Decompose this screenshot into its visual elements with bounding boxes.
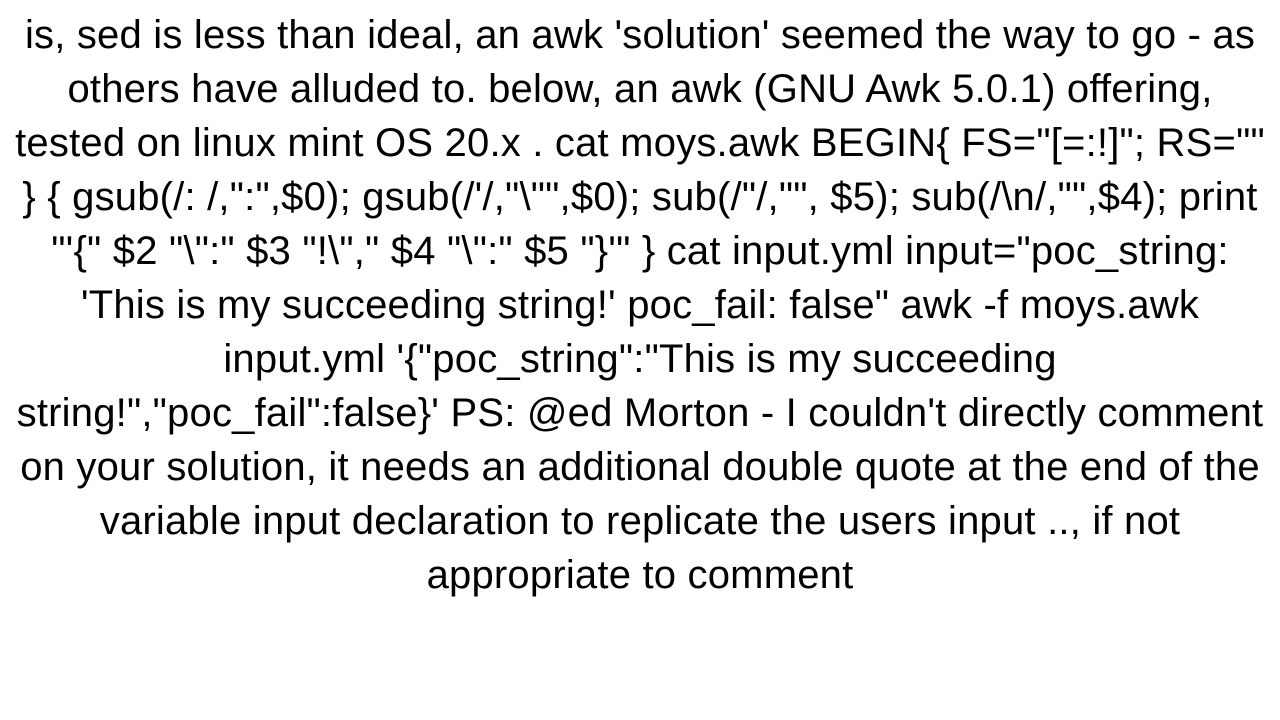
body-text: is, sed is less than ideal, an awk 'solu… bbox=[15, 13, 1265, 597]
document-body: is, sed is less than ideal, an awk 'solu… bbox=[0, 0, 1280, 610]
